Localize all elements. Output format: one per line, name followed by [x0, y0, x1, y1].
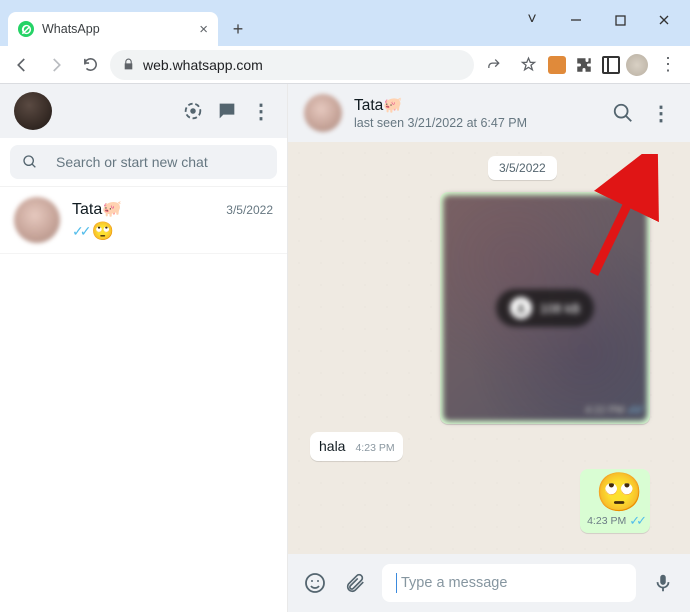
lock-icon	[122, 58, 135, 71]
bookmark-star-icon[interactable]	[514, 51, 542, 79]
side-panel-icon[interactable]	[602, 56, 620, 74]
sidebar-header: ⋮	[0, 84, 287, 138]
message-input-placeholder: Type a message	[401, 575, 507, 591]
message-time: 4:22 PM	[585, 404, 624, 416]
chat-list-item[interactable]: Tata🐖 3/5/2022 ✓✓ 🙄	[0, 187, 287, 254]
outgoing-image-message[interactable]: 108 kB 4:22 PM ✓✓	[440, 192, 650, 424]
whatsapp-favicon-icon	[18, 21, 34, 37]
attach-icon[interactable]	[342, 570, 368, 596]
new-tab-button[interactable]: +	[224, 15, 252, 43]
emoji-picker-icon[interactable]	[302, 570, 328, 596]
url-text: web.whatsapp.com	[143, 57, 263, 73]
chat-header: Tata🐖 last seen 3/21/2022 at 6:47 PM ⋮	[288, 84, 690, 142]
outgoing-emoji-message[interactable]: 🙄 4:23 PM ✓✓	[580, 469, 650, 533]
message-time: 4:23 PM	[355, 442, 394, 454]
sidebar-menu-icon[interactable]: ⋮	[249, 99, 273, 123]
browser-toolbar: web.whatsapp.com ⋮	[0, 46, 690, 84]
message-area: 3/5/2022 108 kB 4:	[288, 142, 690, 554]
status-icon[interactable]	[181, 99, 205, 123]
chat-menu-button[interactable]: ⋮	[648, 100, 674, 126]
read-ticks-icon: ✓✓	[629, 513, 643, 529]
search-icon	[22, 154, 38, 170]
contact-name: Tata🐖	[354, 96, 598, 115]
window-close-button[interactable]	[642, 6, 686, 34]
read-ticks-icon: ✓✓	[627, 402, 641, 418]
sidebar: ⋮ Search or start new chat Tata🐖 3/5/202…	[0, 84, 288, 612]
window-minimize-button[interactable]	[554, 6, 598, 34]
chat-preview-emoji: 🙄	[91, 221, 113, 242]
nav-reload-button[interactable]	[76, 51, 104, 79]
nav-back-button[interactable]	[8, 51, 36, 79]
browser-menu-button[interactable]: ⋮	[654, 51, 682, 79]
message-composer: Type a message	[288, 554, 690, 612]
address-bar[interactable]: web.whatsapp.com	[110, 50, 474, 80]
text-cursor	[396, 573, 397, 593]
chat-date: 3/5/2022	[226, 203, 273, 217]
download-size-label: 108 kB	[540, 301, 580, 316]
read-ticks-icon: ✓✓	[72, 223, 87, 240]
contact-info[interactable]: Tata🐖 last seen 3/21/2022 at 6:47 PM	[354, 96, 598, 130]
message-text: hala	[319, 438, 345, 454]
chat-search-icon[interactable]	[610, 100, 636, 126]
download-button[interactable]: 108 kB	[496, 289, 594, 327]
tab-dropdown-icon[interactable]: ˅	[510, 6, 554, 34]
message-emoji: 🙄	[596, 474, 643, 512]
search-input[interactable]: Search or start new chat	[10, 145, 277, 179]
browser-tabstrip: WhatsApp × + ˅	[0, 12, 690, 46]
download-arrow-icon	[510, 297, 532, 319]
search-placeholder: Search or start new chat	[56, 154, 208, 170]
share-icon[interactable]	[480, 51, 508, 79]
new-chat-icon[interactable]	[215, 99, 239, 123]
tab-close-icon[interactable]: ×	[199, 22, 208, 37]
extension-1-icon[interactable]	[548, 56, 566, 74]
chat-pane: Tata🐖 last seen 3/21/2022 at 6:47 PM ⋮ 3…	[288, 84, 690, 612]
contact-avatar[interactable]	[304, 94, 342, 132]
browser-tab[interactable]: WhatsApp ×	[8, 12, 218, 46]
voice-record-icon[interactable]	[650, 570, 676, 596]
browser-tab-title: WhatsApp	[42, 22, 100, 36]
profile-avatar-icon[interactable]	[626, 54, 648, 76]
message-input[interactable]: Type a message	[382, 564, 636, 602]
chat-avatar	[14, 197, 60, 243]
nav-forward-button[interactable]	[42, 51, 70, 79]
message-time: 4:23 PM	[587, 515, 626, 527]
incoming-text-message[interactable]: hala 4:23 PM	[310, 432, 403, 461]
chat-name: Tata🐖	[72, 199, 122, 219]
my-avatar[interactable]	[14, 92, 52, 130]
window-maximize-button[interactable]	[598, 6, 642, 34]
extensions-button[interactable]	[572, 53, 596, 77]
contact-last-seen: last seen 3/21/2022 at 6:47 PM	[354, 116, 598, 130]
date-separator: 3/5/2022	[488, 156, 557, 180]
